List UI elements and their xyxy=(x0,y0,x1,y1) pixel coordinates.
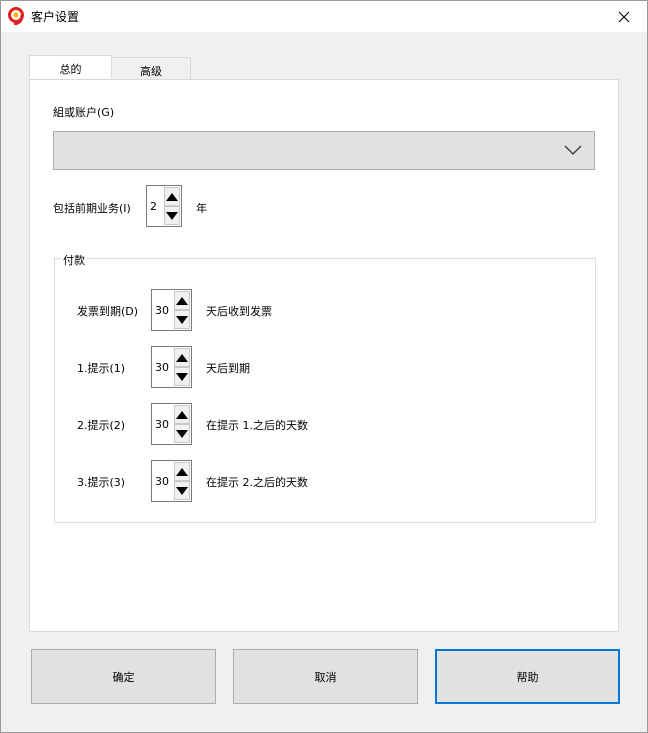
spinner-value: 30 xyxy=(155,475,169,488)
dialog-window: 客户设置 总的 高级 組或账户(G) 包括前期业务(I) 2 年 付款 发票到期… xyxy=(0,0,648,733)
payment-row-label: 2.提示(2) xyxy=(77,419,126,432)
tab-panel-general: 組或账户(G) 包括前期业务(I) 2 年 付款 发票到期(D) 30 天后收到… xyxy=(29,79,619,632)
arrow-down-icon xyxy=(176,372,188,381)
payment-row-label: 1.提示(1) xyxy=(77,362,126,375)
arrow-down-icon xyxy=(176,429,188,438)
arrow-up-icon xyxy=(176,296,188,305)
group-account-select[interactable] xyxy=(53,131,595,170)
payment-row-suffix: 天后到期 xyxy=(206,362,250,375)
spinner-up-button[interactable] xyxy=(174,405,190,424)
include-prior-spinner[interactable]: 2 xyxy=(146,185,182,227)
include-prior-unit: 年 xyxy=(196,202,207,215)
payment-group-legend: 付款 xyxy=(61,252,87,268)
spinner-value: 30 xyxy=(155,418,169,431)
payment-row-label: 3.提示(3) xyxy=(77,476,126,489)
spinner-up-button[interactable] xyxy=(174,348,190,367)
close-icon xyxy=(618,11,630,22)
help-button[interactable]: 帮助 xyxy=(435,649,620,704)
tab-general[interactable]: 总的 xyxy=(29,55,112,79)
arrow-down-icon xyxy=(176,315,188,324)
payment-group: 付款 发票到期(D) 30 天后收到发票 1.提示(1) 30 天后到期 2.提… xyxy=(54,252,596,523)
payment-row-suffix: 天后收到发票 xyxy=(206,305,272,318)
arrow-down-icon xyxy=(166,211,178,220)
include-prior-up-button[interactable] xyxy=(164,187,180,206)
include-prior-down-button[interactable] xyxy=(164,206,180,225)
spinner-down-button[interactable] xyxy=(174,310,190,329)
spinner-value: 30 xyxy=(155,361,169,374)
cancel-button[interactable]: 取消 xyxy=(233,649,418,704)
spinner-down-button[interactable] xyxy=(174,424,190,443)
spinner-down-button[interactable] xyxy=(174,481,190,500)
spinner-down-button[interactable] xyxy=(174,367,190,386)
group-account-label: 組或账户(G) xyxy=(53,106,115,119)
ok-button[interactable]: 确定 xyxy=(31,649,216,704)
reminder3-spinner[interactable]: 30 xyxy=(151,460,192,502)
tab-advanced-label: 高级 xyxy=(140,65,162,78)
reminder2-spinner[interactable]: 30 xyxy=(151,403,192,445)
app-logo-icon xyxy=(8,7,24,25)
tab-general-label: 总的 xyxy=(59,63,82,76)
payment-row-label: 发票到期(D) xyxy=(77,305,139,318)
close-button[interactable] xyxy=(601,1,647,32)
arrow-up-icon xyxy=(176,467,188,476)
arrow-up-icon xyxy=(176,353,188,362)
arrow-down-icon xyxy=(176,486,188,495)
spinner-up-button[interactable] xyxy=(174,462,190,481)
include-prior-value: 2 xyxy=(150,200,157,213)
invoice-due-spinner[interactable]: 30 xyxy=(151,289,192,331)
spinner-value: 30 xyxy=(155,304,169,317)
arrow-up-icon xyxy=(176,410,188,419)
include-prior-label: 包括前期业务(I) xyxy=(53,202,131,215)
payment-row-suffix: 在提示 1.之后的天数 xyxy=(206,419,308,432)
chevron-down-icon xyxy=(564,145,582,155)
reminder1-spinner[interactable]: 30 xyxy=(151,346,192,388)
window-title: 客户设置 xyxy=(31,10,80,24)
tab-advanced[interactable]: 高级 xyxy=(111,57,191,80)
arrow-up-icon xyxy=(166,192,178,201)
title-bar: 客户设置 xyxy=(1,1,647,32)
payment-row-suffix: 在提示 2.之后的天数 xyxy=(206,476,308,489)
spinner-up-button[interactable] xyxy=(174,291,190,310)
